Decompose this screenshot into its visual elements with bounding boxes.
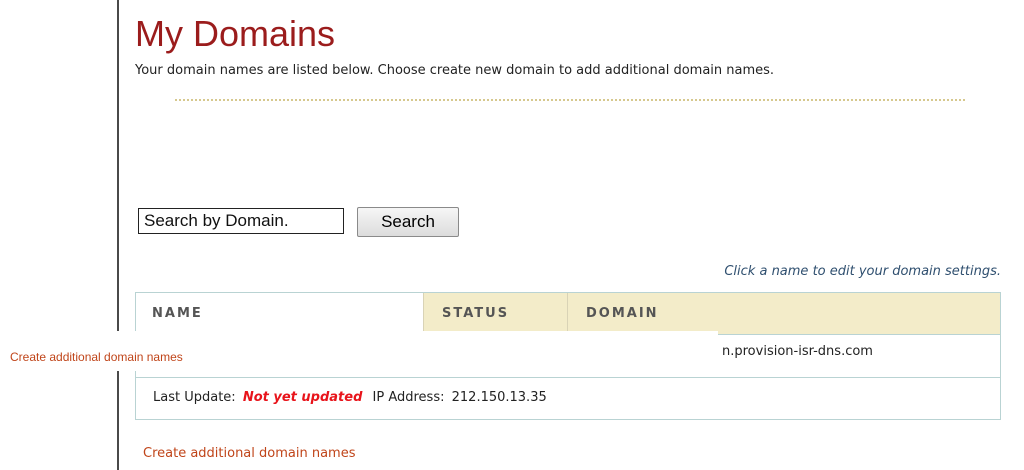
last-update-value: Not yet updated [242,390,363,405]
dotted-divider [175,99,965,101]
page-left-border [117,0,119,470]
domain-cell[interactable]: n.provision-isr-dns.com [722,344,873,359]
column-header-status[interactable]: STATUS [423,293,567,334]
column-header-name[interactable]: NAME [136,293,423,334]
page-title: My Domains [135,13,336,54]
create-additional-domains-link[interactable]: Create additional domain names [143,446,355,461]
table-row-details: Last Update: Not yet updated IP Address:… [153,390,547,405]
page-subtitle: Your domain names are listed below. Choo… [135,63,775,78]
edit-hint: Click a name to edit your domain setting… [724,264,1001,279]
ip-address-value: 212.150.13.35 [451,390,547,405]
column-header-domain[interactable]: DOMAIN [567,293,1000,334]
search-button[interactable]: Search [357,207,459,237]
ip-address-label: IP Address: [372,390,445,405]
row-divider [136,377,1000,378]
last-update-label: Last Update: [153,390,236,405]
create-additional-domains-overlay-link[interactable]: Create additional domain names [10,350,183,364]
search-input[interactable] [138,208,344,234]
